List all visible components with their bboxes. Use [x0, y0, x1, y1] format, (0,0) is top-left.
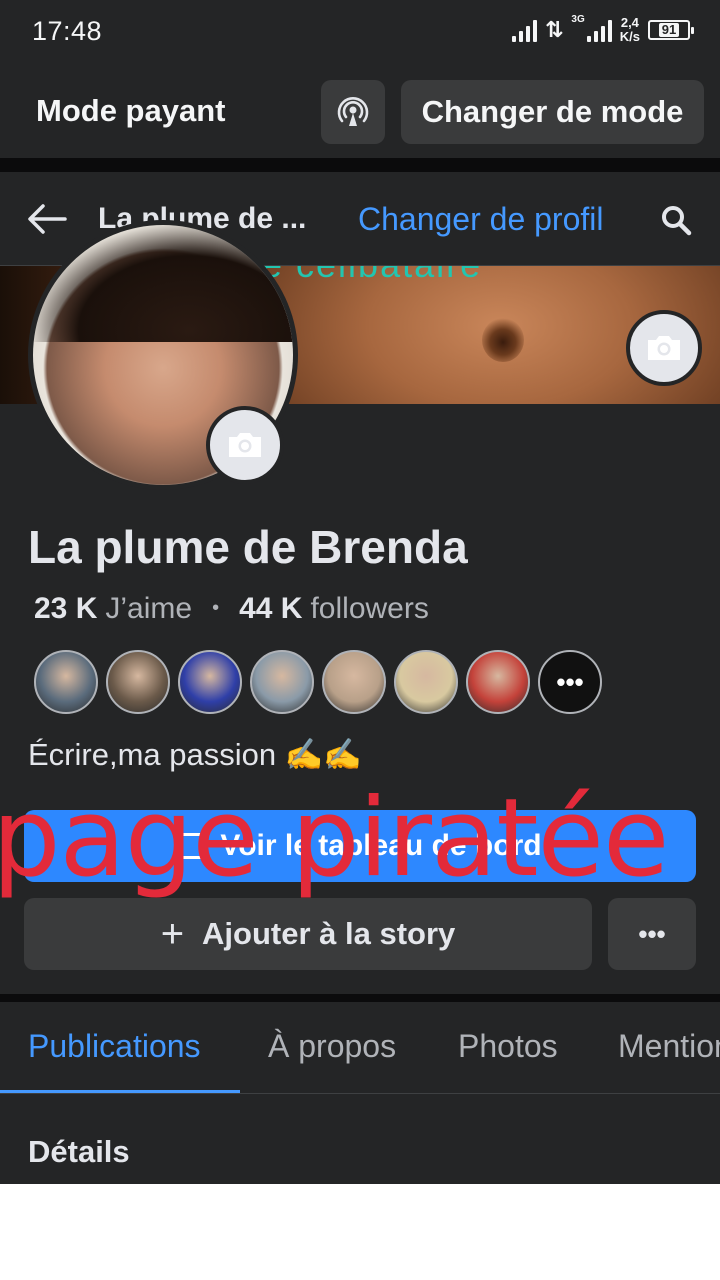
- add-story-label: Ajouter à la story: [202, 916, 456, 951]
- broadcast-button[interactable]: [321, 80, 385, 144]
- details-section: Détails: [0, 1094, 720, 1184]
- broadcast-icon: [337, 97, 369, 126]
- divider: [0, 158, 720, 172]
- tab-mentions[interactable]: Mentions: [618, 1028, 720, 1065]
- follower-avatars[interactable]: •••: [34, 650, 602, 714]
- profile-bio: Écrire,ma passion ✍️✍️: [28, 737, 362, 772]
- battery-level: 91: [658, 23, 680, 37]
- switch-mode-button[interactable]: Changer de mode: [401, 80, 704, 144]
- tab-publications[interactable]: Publications: [28, 1028, 201, 1065]
- profile-name: La plume de Brenda: [28, 521, 468, 573]
- camera-icon: [229, 433, 261, 457]
- status-time: 17:48: [32, 16, 103, 46]
- mode-bar: Mode payant Changer de mode: [0, 66, 720, 158]
- edit-profile-picture-button[interactable]: [206, 406, 284, 484]
- plus-icon: +: [160, 912, 185, 956]
- follower-avatar[interactable]: [250, 650, 314, 714]
- separator-dot: •: [212, 597, 220, 619]
- search-button[interactable]: [656, 200, 696, 240]
- tab-photos[interactable]: Photos: [458, 1028, 558, 1065]
- status-icons: ⇅ 3G 2,4 K/s 91: [511, 14, 694, 44]
- edit-cover-button[interactable]: [626, 310, 702, 386]
- follower-avatar[interactable]: [322, 650, 386, 714]
- follower-avatar[interactable]: [106, 650, 170, 714]
- signal-2-icon: [586, 18, 612, 42]
- details-title: Détails: [28, 1134, 130, 1169]
- data-transfer-icon: ⇅: [544, 17, 564, 42]
- likes-count: 23 K: [34, 592, 98, 625]
- search-icon: [662, 206, 692, 236]
- follower-avatar[interactable]: [394, 650, 458, 714]
- followers-label: followers: [310, 592, 429, 625]
- more-followers-button[interactable]: •••: [538, 650, 602, 714]
- status-bar: 17:48 ⇅ 3G 2,4 K/s 91: [0, 0, 720, 66]
- tab-about[interactable]: À propos: [268, 1028, 396, 1065]
- cover-overlay-text: e célibataire: [262, 266, 482, 286]
- view-dashboard-button[interactable]: Voir le tableau de bord: [24, 810, 696, 882]
- profile-tabs: Publications À propos Photos Mentions: [0, 1002, 720, 1094]
- follower-avatar[interactable]: [466, 650, 530, 714]
- add-to-story-button[interactable]: + Ajouter à la story: [24, 898, 592, 970]
- followers-count: 44 K: [239, 592, 303, 625]
- divider: [0, 994, 720, 1002]
- signal-icon: [511, 18, 537, 42]
- profile-stats: 23 K J’aime • 44 K followers: [34, 592, 429, 626]
- network-speed: 2,4 K/s: [619, 15, 640, 44]
- mode-label: Mode payant: [36, 93, 226, 128]
- dashboard-icon: [178, 833, 209, 859]
- follower-avatar[interactable]: [178, 650, 242, 714]
- camera-icon: [648, 336, 680, 360]
- network-type: 3G: [571, 14, 585, 25]
- likes-label: J’aime: [105, 592, 193, 625]
- follower-avatar[interactable]: [34, 650, 98, 714]
- battery-icon: 91: [648, 20, 694, 40]
- switch-profile-link[interactable]: Changer de profil: [358, 201, 603, 238]
- more-options-button[interactable]: •••: [608, 898, 696, 970]
- profile-section: e célibataire La plume de Brenda 23 K J’…: [0, 220, 720, 994]
- dashboard-label: Voir le tableau de bord: [220, 829, 542, 862]
